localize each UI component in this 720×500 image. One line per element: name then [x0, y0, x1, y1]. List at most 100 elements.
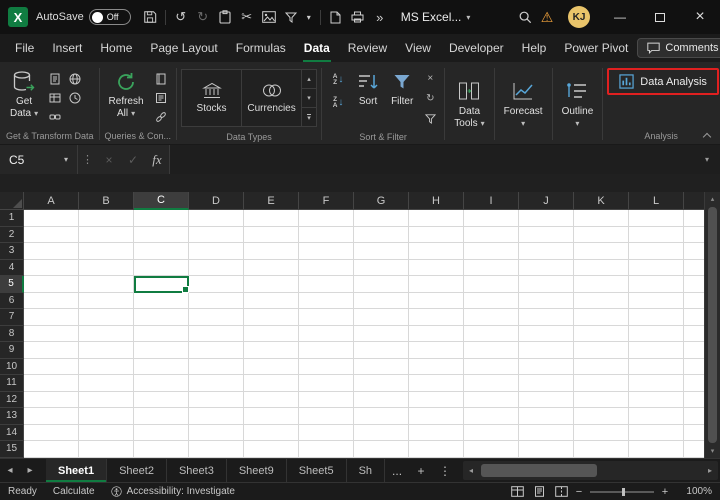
- cell-K9[interactable]: [574, 342, 629, 359]
- excel-logo[interactable]: X: [8, 7, 28, 27]
- cell-E8[interactable]: [244, 326, 299, 343]
- cell-I9[interactable]: [464, 342, 519, 359]
- menu-item-data[interactable]: Data: [295, 34, 339, 62]
- cell-K1[interactable]: [574, 210, 629, 227]
- qat-dropdown-button[interactable]: ▾: [302, 4, 316, 30]
- collapse-ribbon-icon[interactable]: [702, 131, 712, 140]
- cell-H4[interactable]: [409, 260, 464, 277]
- column-header-h[interactable]: H: [409, 192, 464, 210]
- cell-B14[interactable]: [79, 425, 134, 442]
- cell-L8[interactable]: [629, 326, 684, 343]
- cell-F2[interactable]: [299, 227, 354, 244]
- gallery-more-button[interactable]: ▾: [302, 108, 316, 126]
- cell-J6[interactable]: [519, 293, 574, 310]
- cell-M12[interactable]: [684, 392, 704, 409]
- cell-E10[interactable]: [244, 359, 299, 376]
- column-header-l[interactable]: L: [629, 192, 684, 210]
- scroll-up-icon[interactable]: ▴: [711, 193, 715, 205]
- cell-C6[interactable]: [134, 293, 189, 310]
- cell-H3[interactable]: [409, 243, 464, 260]
- cell-G12[interactable]: [354, 392, 409, 409]
- column-header-c[interactable]: C: [134, 192, 189, 210]
- cell-K14[interactable]: [574, 425, 629, 442]
- enter-button[interactable]: ✓: [121, 145, 145, 174]
- cell-F7[interactable]: [299, 309, 354, 326]
- cell-L3[interactable]: [629, 243, 684, 260]
- cell-D14[interactable]: [189, 425, 244, 442]
- cell-G3[interactable]: [354, 243, 409, 260]
- cell-M3[interactable]: [684, 243, 704, 260]
- cell-I2[interactable]: [464, 227, 519, 244]
- cell-B9[interactable]: [79, 342, 134, 359]
- cell-D1[interactable]: [189, 210, 244, 227]
- cell-A11[interactable]: [24, 375, 79, 392]
- page-break-view-button[interactable]: [550, 484, 572, 500]
- cell-E6[interactable]: [244, 293, 299, 310]
- cell-H13[interactable]: [409, 408, 464, 425]
- cell-J7[interactable]: [519, 309, 574, 326]
- zoom-out-button[interactable]: −: [572, 486, 586, 498]
- cell-E15[interactable]: [244, 441, 299, 458]
- cell-K10[interactable]: [574, 359, 629, 376]
- cell-A6[interactable]: [24, 293, 79, 310]
- new-sheet-button[interactable]: +: [409, 459, 433, 482]
- cell-C2[interactable]: [134, 227, 189, 244]
- cell-L13[interactable]: [629, 408, 684, 425]
- normal-view-button[interactable]: [506, 484, 528, 500]
- cell-C7[interactable]: [134, 309, 189, 326]
- cell-H10[interactable]: [409, 359, 464, 376]
- cell-C4[interactable]: [134, 260, 189, 277]
- cell-L7[interactable]: [629, 309, 684, 326]
- name-box[interactable]: C5 ▾: [0, 145, 78, 174]
- cell-J5[interactable]: [519, 276, 574, 293]
- sort-filter-button[interactable]: [280, 4, 302, 30]
- column-header-d[interactable]: D: [189, 192, 244, 210]
- cell-H15[interactable]: [409, 441, 464, 458]
- horizontal-scrollbar-thumb[interactable]: [481, 464, 597, 477]
- status-calculate[interactable]: Calculate: [53, 486, 95, 497]
- row-header-9[interactable]: 9: [0, 342, 24, 359]
- cell-B5[interactable]: [79, 276, 134, 293]
- comments-button[interactable]: Comments: [637, 38, 720, 58]
- existing-connections-button[interactable]: [45, 107, 65, 126]
- horizontal-scrollbar-track[interactable]: [479, 461, 702, 480]
- cell-B8[interactable]: [79, 326, 134, 343]
- cell-M6[interactable]: [684, 293, 704, 310]
- gallery-down-button[interactable]: ▾: [302, 89, 316, 108]
- cell-G7[interactable]: [354, 309, 409, 326]
- cell-I8[interactable]: [464, 326, 519, 343]
- cell-M5[interactable]: [684, 276, 704, 293]
- cell-L14[interactable]: [629, 425, 684, 442]
- cell-L12[interactable]: [629, 392, 684, 409]
- cell-J3[interactable]: [519, 243, 574, 260]
- cell-H9[interactable]: [409, 342, 464, 359]
- cell-J14[interactable]: [519, 425, 574, 442]
- zoom-slider-thumb[interactable]: [622, 488, 625, 496]
- cell-E1[interactable]: [244, 210, 299, 227]
- cell-L4[interactable]: [629, 260, 684, 277]
- from-text-csv-button[interactable]: [45, 69, 65, 88]
- cell-I5[interactable]: [464, 276, 519, 293]
- cell-G9[interactable]: [354, 342, 409, 359]
- cell-D4[interactable]: [189, 260, 244, 277]
- cell-D5[interactable]: [189, 276, 244, 293]
- cell-I15[interactable]: [464, 441, 519, 458]
- formula-bar-expand-icon[interactable]: ▾: [694, 145, 720, 174]
- get-data-button[interactable]: Get Data▾: [5, 66, 43, 123]
- search-button[interactable]: [514, 4, 536, 30]
- zoom-level[interactable]: 100%: [682, 486, 712, 497]
- vertical-scrollbar[interactable]: ▴ ▾: [704, 192, 720, 458]
- data-tools-button[interactable]: Data Tools▾: [449, 76, 489, 133]
- forecast-button[interactable]: Forecast ▾: [499, 76, 548, 133]
- cell-G15[interactable]: [354, 441, 409, 458]
- cell-B7[interactable]: [79, 309, 134, 326]
- autosave-toggle[interactable]: Off: [89, 9, 131, 25]
- cell-C8[interactable]: [134, 326, 189, 343]
- cell-B6[interactable]: [79, 293, 134, 310]
- refresh-all-button[interactable]: Refresh All▾: [104, 66, 149, 123]
- more-commands-button[interactable]: »: [369, 4, 391, 30]
- cut-button[interactable]: ✂: [236, 4, 258, 30]
- cell-H2[interactable]: [409, 227, 464, 244]
- cell-G5[interactable]: [354, 276, 409, 293]
- row-header-13[interactable]: 13: [0, 408, 24, 425]
